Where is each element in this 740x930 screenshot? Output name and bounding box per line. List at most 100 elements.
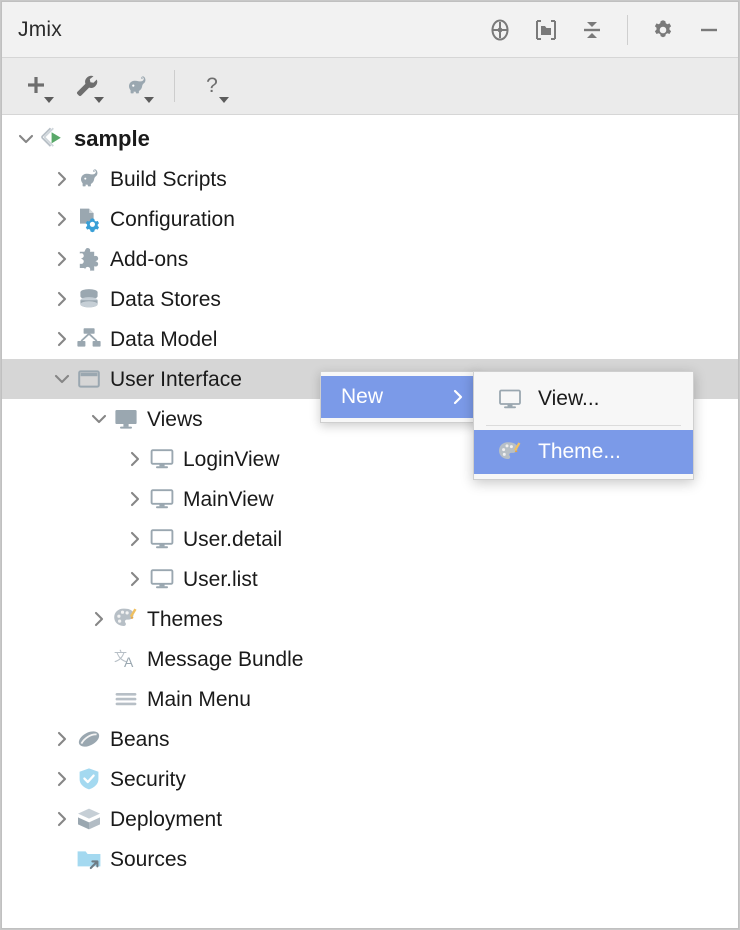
tree-node-label: Sources — [110, 847, 188, 871]
wrench-icon[interactable] — [68, 67, 106, 105]
tree-node-label: Message Bundle — [147, 647, 304, 671]
titlebar-actions — [485, 14, 724, 45]
tree-node-label: Beans — [110, 727, 170, 751]
chevron-right-icon[interactable] — [86, 606, 112, 632]
gradle-elephant-icon[interactable] — [118, 67, 156, 105]
tree-node-label: Build Scripts — [110, 167, 227, 191]
collapse-all-icon[interactable] — [577, 15, 607, 45]
view-monitor-icon — [148, 485, 176, 513]
settings-gear-icon[interactable] — [648, 15, 678, 45]
tree-node-mainview[interactable]: MainView — [2, 479, 738, 519]
toolbar-divider — [174, 70, 175, 102]
tree-node-configuration[interactable]: Configuration — [2, 199, 738, 239]
chevron-right-icon[interactable] — [49, 246, 75, 272]
context-menu-item-label: New — [341, 385, 384, 408]
tree-node-label: Data Model — [110, 327, 218, 351]
chevron-down-icon[interactable] — [86, 406, 112, 432]
chevron-right-icon[interactable] — [122, 526, 148, 552]
tree-node-sources[interactable]: Sources — [2, 839, 738, 879]
add-icon[interactable] — [18, 67, 56, 105]
chevron-right-icon[interactable] — [49, 166, 75, 192]
chevron-down-icon[interactable] — [13, 126, 39, 152]
view-monitor-icon — [148, 525, 176, 553]
view-monitor-icon — [496, 386, 524, 412]
context-menu-item-new[interactable]: New — [321, 376, 479, 418]
tree-node-label: Data Stores — [110, 287, 221, 311]
chevron-right-icon[interactable] — [49, 766, 75, 792]
tree-node-themes[interactable]: Themes — [2, 599, 738, 639]
tool-window-toolbar: ? — [2, 58, 738, 115]
configuration-icon — [75, 205, 103, 233]
chevron-down-icon — [219, 97, 229, 103]
project-tree[interactable]: sample Build Scripts Configuration Add-o… — [2, 115, 738, 927]
data-model-icon — [75, 325, 103, 353]
svg-text:?: ? — [206, 74, 218, 97]
view-monitor-icon — [148, 565, 176, 593]
jmix-tool-window: Jmix ? sample Build Scripts Configuratio… — [1, 1, 739, 929]
help-question-icon[interactable]: ? — [193, 67, 231, 105]
chevron-right-icon[interactable] — [122, 486, 148, 512]
views-folder-icon — [112, 405, 140, 433]
chevron-right-icon[interactable] — [122, 446, 148, 472]
locate-icon[interactable] — [485, 15, 515, 45]
chevron-right-icon[interactable] — [49, 726, 75, 752]
puzzle-piece-icon — [75, 245, 103, 273]
tree-node-beans[interactable]: Beans — [2, 719, 738, 759]
chevron-right-icon[interactable] — [49, 326, 75, 352]
tree-node-label: LoginView — [183, 447, 280, 471]
tree-node-add-ons[interactable]: Add-ons — [2, 239, 738, 279]
chevron-down-icon — [44, 97, 54, 103]
coffee-bean-icon — [75, 725, 103, 753]
submenu-item-theme[interactable]: Theme... — [474, 430, 693, 474]
titlebar-divider — [627, 14, 628, 45]
submenu-item-view[interactable]: View... — [474, 377, 693, 421]
gradle-elephant-icon — [75, 165, 103, 193]
page-title: Jmix — [18, 17, 62, 41]
svg-text:A: A — [124, 654, 134, 670]
tree-node-label: Views — [147, 407, 203, 431]
chevron-right-icon[interactable] — [49, 286, 75, 312]
database-icon — [75, 285, 103, 313]
new-submenu[interactable]: View... Theme... — [473, 371, 694, 480]
tree-node-security[interactable]: Security — [2, 759, 738, 799]
tree-node-label: Themes — [147, 607, 223, 631]
tree-node-label: User Interface — [110, 367, 242, 391]
chevron-right-icon[interactable] — [49, 206, 75, 232]
tree-node-label: User.detail — [183, 527, 283, 551]
tree-node-deployment[interactable]: Deployment — [2, 799, 738, 839]
submenu-item-label: Theme... — [538, 440, 621, 463]
view-monitor-icon — [148, 445, 176, 473]
chevron-right-icon — [449, 388, 467, 406]
jmix-project-icon — [39, 125, 67, 153]
chevron-down-icon[interactable] — [49, 366, 75, 392]
user-interface-icon — [75, 365, 103, 393]
palette-icon — [496, 439, 524, 465]
tree-node-label: Main Menu — [147, 687, 251, 711]
context-menu[interactable]: New — [320, 371, 480, 423]
tree-node-label: sample — [74, 126, 150, 151]
tree-node-label: Deployment — [110, 807, 223, 831]
minimize-icon[interactable] — [694, 15, 724, 45]
submenu-item-label: View... — [538, 387, 600, 410]
tree-node-label: Security — [110, 767, 186, 791]
chevron-down-icon — [94, 97, 104, 103]
chevron-right-icon[interactable] — [49, 806, 75, 832]
tree-node-build-scripts[interactable]: Build Scripts — [2, 159, 738, 199]
tree-node-message-bundle[interactable]: 文 A Message Bundle — [2, 639, 738, 679]
shield-check-icon — [75, 765, 103, 793]
tree-node-data-model[interactable]: Data Model — [2, 319, 738, 359]
hamburger-icon — [112, 685, 140, 713]
expand-folder-icon[interactable] — [531, 15, 561, 45]
tree-node-main-menu[interactable]: Main Menu — [2, 679, 738, 719]
chevron-right-icon[interactable] — [122, 566, 148, 592]
submenu-separator — [486, 425, 681, 426]
tree-node-label: Configuration — [110, 207, 235, 231]
tree-node-user-list[interactable]: User.list — [2, 559, 738, 599]
tree-node-sample[interactable]: sample — [2, 119, 738, 159]
blue-folder-icon — [75, 845, 103, 873]
tool-window-titlebar: Jmix — [2, 2, 738, 58]
tree-node-data-stores[interactable]: Data Stores — [2, 279, 738, 319]
tree-node-label: User.list — [183, 567, 258, 591]
palette-icon — [112, 605, 140, 633]
tree-node-user-detail[interactable]: User.detail — [2, 519, 738, 559]
